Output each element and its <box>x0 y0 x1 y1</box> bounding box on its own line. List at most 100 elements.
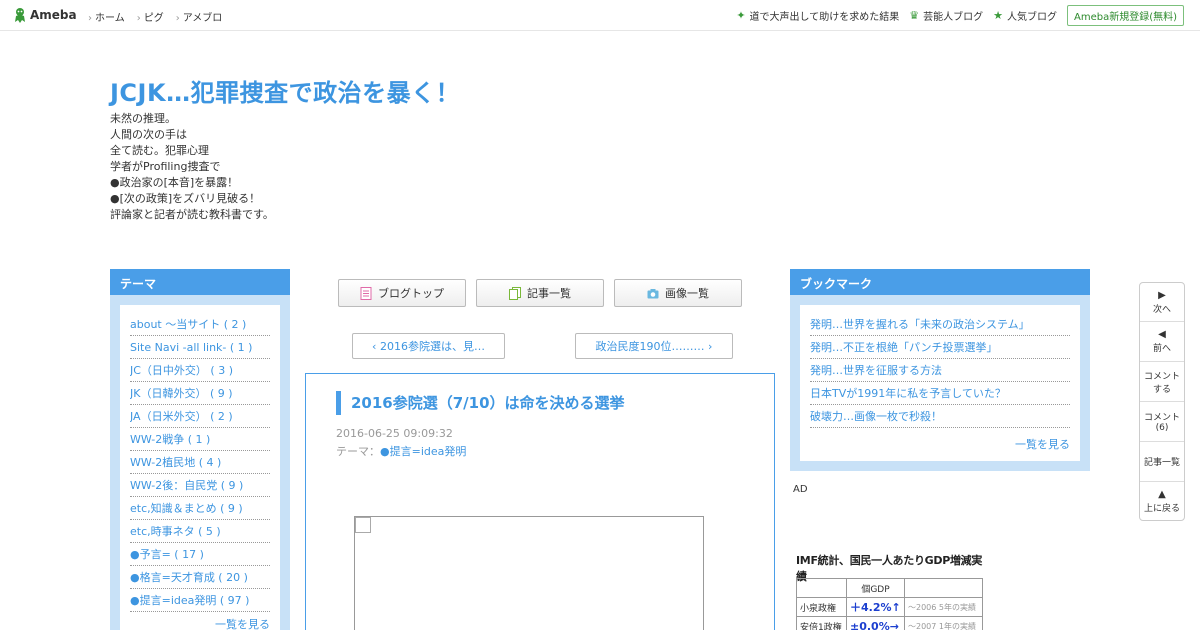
next-article-label: 政治民度190位……… <box>595 340 705 353</box>
article-date: 2016-06-25 09:09:32 <box>336 427 453 440</box>
link-celebrity-blog[interactable]: ♛ 芸能人ブログ <box>909 8 983 23</box>
theme-more-link[interactable]: 一覧を見る <box>130 612 270 630</box>
register-button[interactable]: Ameba新規登録(無料) <box>1066 5 1184 26</box>
ad-row-note: ～2006 5年の実績 <box>904 597 983 617</box>
bookmark-item[interactable]: 発明…世界を握れる「未来の政治システム」 <box>810 313 1070 336</box>
theme-item[interactable]: etc,時事ネタ ( 5 ) <box>130 520 270 543</box>
article: 2016参院選（7/10）は命を決める選挙 2016-06-25 09:09:3… <box>305 373 775 630</box>
float-next-button[interactable]: ▶ 次へ <box>1140 283 1184 322</box>
link-label: 人気ブログ <box>1006 12 1057 23</box>
float-comment-button[interactable]: コメントする <box>1140 362 1184 402</box>
theme-item[interactable]: about ～当サイト ( 2 ) <box>130 313 270 336</box>
ad-row-note: ～2007 1年の実績 <box>904 616 983 630</box>
bookmark-list-container: 発明…世界を握れる「未来の政治システム」 発明…不正を根絶「パンチ投票選挙」 発… <box>800 305 1080 461</box>
theme-list-container: about ～当サイト ( 2 ) Site Navi -all link- (… <box>120 305 280 630</box>
tab-blog-top[interactable]: ブログトップ <box>338 279 466 307</box>
ad-banner[interactable]: IMF統計、国民一人あたりGDP増減実績 個GDP 小泉政権 ＋4.2%↑ ～2… <box>796 552 986 630</box>
camera-icon <box>647 288 659 298</box>
play-left-icon: ◀ <box>1158 329 1166 340</box>
theme-item[interactable]: JA（日米外交） ( 2 ) <box>130 405 270 428</box>
float-article-list[interactable]: 記事一覧 <box>1140 442 1184 482</box>
description-line: 学者がProfiling捜査で <box>110 160 221 173</box>
description-line: 全て読む。犯罪心理 <box>110 144 209 157</box>
description-line: 未然の推理。 <box>110 112 176 125</box>
theme-item[interactable]: WW-2植民地 ( 4 ) <box>130 451 270 474</box>
ad-row-value: ±0.0%→ <box>846 616 905 630</box>
play-right-icon: ▶ <box>1158 289 1166 301</box>
crown-icon: ♛ <box>909 9 920 22</box>
float-comment-count[interactable]: コメント(6) <box>1140 402 1184 442</box>
article-theme-prefix: テーマ： <box>336 445 380 458</box>
tab-label: 画像一覧 <box>665 287 709 300</box>
float-label: コメント(6) <box>1143 413 1180 433</box>
float-label: 次へ <box>1152 304 1171 315</box>
theme-item[interactable]: ●予言= ( 17 ) <box>130 543 270 566</box>
ad-corner-cell <box>796 578 847 598</box>
bookmark-box: ブックマーク 発明…世界を握れる「未来の政治システム」 発明…不正を根絶「パンチ… <box>790 269 1090 471</box>
description-line: 人間の次の手は <box>110 128 187 141</box>
float-label: 前へ <box>1152 344 1171 354</box>
ad-table: 個GDP 小泉政権 ＋4.2%↑ ～2006 5年の実績 安倍1政権 ±0.0%… <box>796 578 983 630</box>
float-prev-button[interactable]: ◀ 前へ <box>1140 322 1184 362</box>
float-label: 上に戻る <box>1143 503 1180 514</box>
theme-item[interactable]: WW-2後：自民党 ( 9 ) <box>130 474 270 497</box>
ad-row-name: 小泉政権 <box>796 597 847 617</box>
floating-nav: ▶ 次へ ◀ 前へ コメントする コメント(6) 記事一覧 ▲ 上に戻る <box>1139 282 1185 521</box>
copy-icon <box>509 286 521 300</box>
tab-article-list[interactable]: 記事一覧 <box>476 279 604 307</box>
star-icon: ★ <box>993 9 1003 22</box>
bookmark-item[interactable]: 発明…不正を根絶「パンチ投票選挙」 <box>810 336 1070 359</box>
article-theme-link[interactable]: ●提言=idea発明 <box>380 445 466 458</box>
theme-item[interactable]: Site Navi -all link- ( 1 ) <box>130 336 270 359</box>
nav-ameblo[interactable]: アメブロ <box>176 9 223 24</box>
top-nav: ホーム ピグ アメブロ <box>88 9 222 24</box>
float-back-to-top[interactable]: ▲ 上に戻る <box>1140 482 1184 520</box>
theme-item[interactable]: JK（日韓外交） ( 9 ) <box>130 382 270 405</box>
logo-text: Ameba <box>30 8 77 22</box>
tab-image-list[interactable]: 画像一覧 <box>614 279 742 307</box>
theme-item[interactable]: WW-2戦争 ( 1 ) <box>130 428 270 451</box>
blog-description: 未然の推理。 人間の次の手は 全て読む。犯罪心理 学者がProfiling捜査で… <box>110 111 274 223</box>
ad-row-name: 安倍1政権 <box>796 616 847 630</box>
tab-label: ブログトップ <box>378 287 444 300</box>
broken-image-icon <box>355 517 371 533</box>
theme-heading: テーマ <box>110 269 290 295</box>
global-header: Ameba ホーム ピグ アメブロ ✦ 道で大声出して助けを求めた結果 ♛ 芸能… <box>0 0 1200 31</box>
ameba-logo[interactable]: Ameba <box>13 7 77 23</box>
triangle-up-icon: ▲ <box>1158 488 1166 500</box>
nav-home[interactable]: ホーム <box>88 9 125 24</box>
bookmark-more-link[interactable]: 一覧を見る <box>810 428 1070 452</box>
theme-item[interactable]: JC（日中外交） ( 3 ) <box>130 359 270 382</box>
ad-header-cell: 個GDP <box>846 578 905 598</box>
ad-label: AD <box>793 484 808 495</box>
theme-box: テーマ about ～当サイト ( 2 ) Site Navi -all lin… <box>110 269 290 630</box>
ad-row-value: ＋4.2%↑ <box>846 597 905 617</box>
article-theme: テーマ：●提言=idea発明 <box>336 443 466 459</box>
bookmark-item[interactable]: 発明…世界を征服する方法 <box>810 359 1070 382</box>
theme-item[interactable]: etc,知識＆まとめ ( 9 ) <box>130 497 270 520</box>
blog-title[interactable]: JCJK…犯罪捜査で政治を暴く！ <box>110 73 460 108</box>
ad-empty-cell <box>904 578 983 598</box>
link-popular-blog[interactable]: ★ 人気ブログ <box>993 8 1057 23</box>
link-label: 芸能人ブログ <box>923 12 984 23</box>
description-line: ●[次の政策]をズバリ見破る！ <box>110 192 261 205</box>
theme-item[interactable]: ●提言=idea発明 ( 97 ) <box>130 589 270 612</box>
document-icon <box>360 286 372 300</box>
article-image-placeholder <box>354 516 704 630</box>
top-right-links: ✦ 道で大声出して助けを求めた結果 ♛ 芸能人ブログ ★ 人気ブログ Ameba… <box>736 0 1200 31</box>
description-line: 評論家と記者が読む教科書です。 <box>110 208 274 221</box>
tab-label: 記事一覧 <box>527 287 571 300</box>
bookmark-item[interactable]: 日本TVが1991年に私を予言していた？ <box>810 382 1070 405</box>
nav-pigg[interactable]: ピグ <box>137 9 164 24</box>
theme-item[interactable]: ●格言=天才育成 ( 20 ) <box>130 566 270 589</box>
bookmark-item[interactable]: 破壊力…画像一枚で秒殺！ <box>810 405 1070 428</box>
next-article-button[interactable]: 政治民度190位……… › <box>575 333 733 359</box>
sparkle-icon: ✦ <box>736 9 746 22</box>
link-trending-topic[interactable]: ✦ 道で大声出して助けを求めた結果 <box>736 8 899 23</box>
chevron-left-icon: ‹ <box>372 339 380 353</box>
description-line: ●政治家の[本音]を暴露！ <box>110 176 239 189</box>
float-label: コメントする <box>1143 371 1180 395</box>
article-title[interactable]: 2016参院選（7/10）は命を決める選挙 <box>336 391 625 415</box>
prev-article-button[interactable]: ‹ 2016参院選は、見… <box>352 333 505 359</box>
chevron-right-icon: › <box>704 339 713 353</box>
